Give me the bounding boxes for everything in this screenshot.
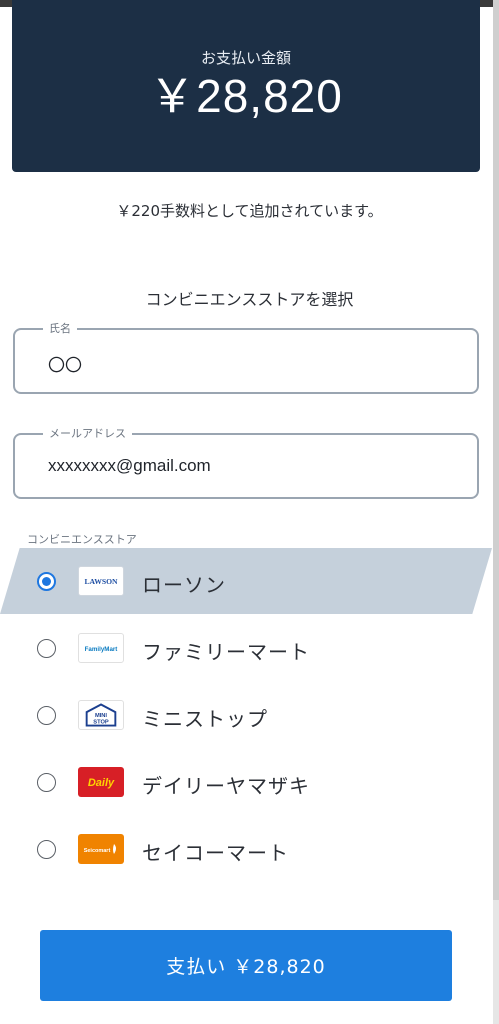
name-field-label: 氏名 xyxy=(43,321,77,337)
familymart-logo-icon: FamilyMart xyxy=(78,633,124,663)
store-name: ミニストップ xyxy=(142,707,268,731)
store-name: デイリーヤマザキ xyxy=(142,774,310,798)
pay-button[interactable]: 支払い ￥28,820 xyxy=(40,930,452,1001)
radio-selected-icon[interactable] xyxy=(37,572,56,591)
email-field-value[interactable]: xxxxxxxx@gmail.com xyxy=(48,456,211,476)
lawson-logo-text: LAWSON xyxy=(84,577,118,586)
store-name: ファミリーマート xyxy=(142,640,310,664)
dailyyamazaki-logo-text: Daily xyxy=(88,777,115,789)
amount-panel: お支払い金額 ￥28,820 xyxy=(12,0,480,172)
amount-value: ￥28,820 xyxy=(149,70,343,122)
radio-unselected-icon[interactable] xyxy=(37,773,56,792)
store-name: セイコーマート xyxy=(142,841,289,865)
name-field-value[interactable]: 〇〇 xyxy=(48,351,82,376)
seicomart-logo-text: Seicomart xyxy=(84,848,111,854)
fee-note: ￥220手数料として追加されています。 xyxy=(116,202,383,220)
store-option-ministop[interactable]: MINI STOP ミニストップ xyxy=(0,682,499,748)
familymart-logo-text: FamilyMart xyxy=(85,646,118,653)
store-name: ローソン xyxy=(142,573,226,597)
email-field-label: メールアドレス xyxy=(43,426,132,442)
amount-label: お支払い金額 xyxy=(200,49,291,67)
seicomart-logo-icon: Seicomart xyxy=(78,834,124,864)
store-option-dailyyamazaki[interactable]: Daily デイリーヤマザキ xyxy=(0,749,499,815)
radio-unselected-icon[interactable] xyxy=(37,639,56,658)
lawson-logo-icon: LAWSON xyxy=(78,566,124,596)
ministop-logo-icon: MINI STOP xyxy=(78,700,124,730)
radio-unselected-icon[interactable] xyxy=(37,706,56,725)
svg-text:STOP: STOP xyxy=(93,720,109,726)
store-option-familymart[interactable]: FamilyMart ファミリーマート xyxy=(0,615,499,681)
store-option-seicomart[interactable]: Seicomart セイコーマート xyxy=(0,816,499,882)
radio-unselected-icon[interactable] xyxy=(37,840,56,859)
dailyyamazaki-logo-icon: Daily xyxy=(78,767,124,797)
svg-text:MINI: MINI xyxy=(95,713,107,719)
email-field[interactable]: メールアドレス xxxxxxxx@gmail.com xyxy=(13,426,479,499)
store-select-heading: コンビニエンスストアを選択 xyxy=(145,290,354,309)
store-option-lawson[interactable]: LAWSON ローソン xyxy=(0,548,499,614)
name-field[interactable]: 氏名 〇〇 xyxy=(13,321,479,394)
store-section-label: コンビニエンスストア xyxy=(27,533,137,546)
